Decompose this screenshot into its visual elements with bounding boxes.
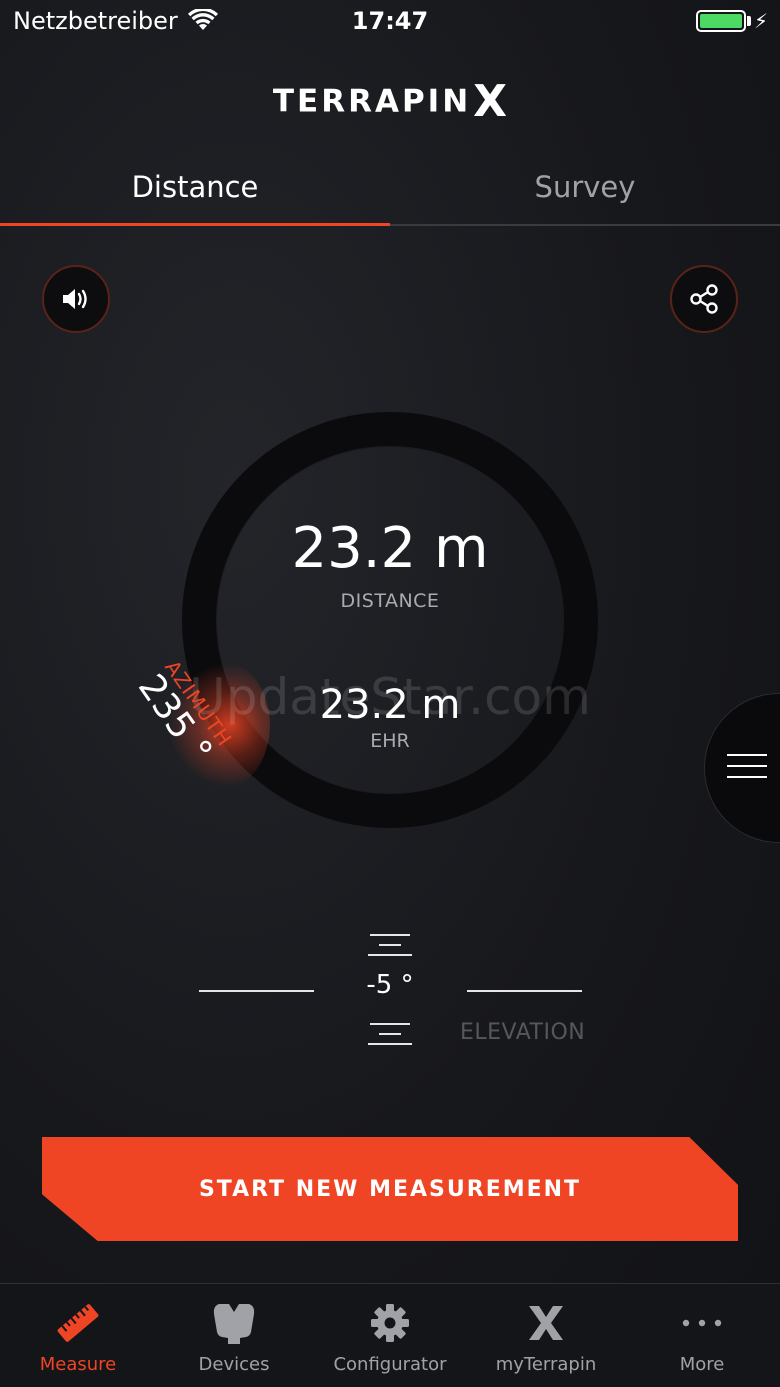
bottom-tab-bar: Measure Devices Configurator myTerrapin … (0, 1283, 780, 1387)
logo-mark: X (473, 76, 508, 127)
nav-myterrapin[interactable]: myTerrapin (468, 1284, 624, 1387)
nav-measure-label: Measure (39, 1354, 117, 1375)
nav-configurator[interactable]: Configurator (312, 1284, 468, 1387)
elevation-label: ELEVATION (460, 1020, 586, 1045)
menu-icon (727, 754, 767, 787)
elevation-value: -5 ° (366, 970, 414, 1000)
elevation-ticks-top (368, 934, 412, 964)
ehr-label: EHR (370, 730, 410, 752)
distance-value: 23.2 m (291, 516, 489, 581)
distance-label: DISTANCE (340, 590, 440, 612)
nav-devices-label: Devices (198, 1354, 270, 1375)
start-new-measurement-button[interactable]: START NEW MEASUREMENT (42, 1137, 738, 1241)
speaker-icon (63, 289, 87, 309)
start-new-measurement-label: START NEW MEASUREMENT (198, 1176, 582, 1202)
share-button[interactable] (670, 265, 738, 333)
nav-devices[interactable]: Devices (156, 1284, 312, 1387)
tab-survey[interactable]: Survey (390, 150, 780, 224)
terrapin-x-icon (523, 1300, 569, 1346)
charging-bolt-icon: ⚡ (753, 9, 768, 33)
battery-tip (747, 16, 751, 26)
elevation-ticks-bottom (368, 1023, 412, 1053)
nav-measure[interactable]: Measure (0, 1284, 156, 1387)
battery-charging-icon (696, 10, 746, 32)
app-logo: TERRAPINX (0, 76, 780, 127)
tab-distance[interactable]: Distance (0, 150, 390, 226)
horizon-line-left (199, 990, 314, 992)
ehr-value: 23.2 m (319, 682, 461, 728)
logo-wordmark: TERRAPIN (272, 83, 472, 120)
segment-tabs: Distance Survey (0, 150, 780, 226)
share-icon (690, 284, 718, 314)
sound-button[interactable] (42, 265, 110, 333)
more-icon (679, 1300, 725, 1346)
app-screen: Netzbetreiber 17:47 ⚡ TERRAPINX Distance… (0, 0, 780, 1387)
nav-myterrapin-label: myTerrapin (495, 1354, 597, 1375)
status-bar: Netzbetreiber 17:47 ⚡ (0, 0, 780, 42)
nav-more-label: More (679, 1354, 725, 1375)
clock: 17:47 (351, 7, 429, 35)
horizon-line-right (467, 990, 582, 992)
gear-icon (367, 1300, 413, 1346)
nav-configurator-label: Configurator (333, 1354, 447, 1375)
ruler-icon (55, 1300, 101, 1346)
nav-more[interactable]: More (624, 1284, 780, 1387)
device-icon (211, 1300, 257, 1346)
